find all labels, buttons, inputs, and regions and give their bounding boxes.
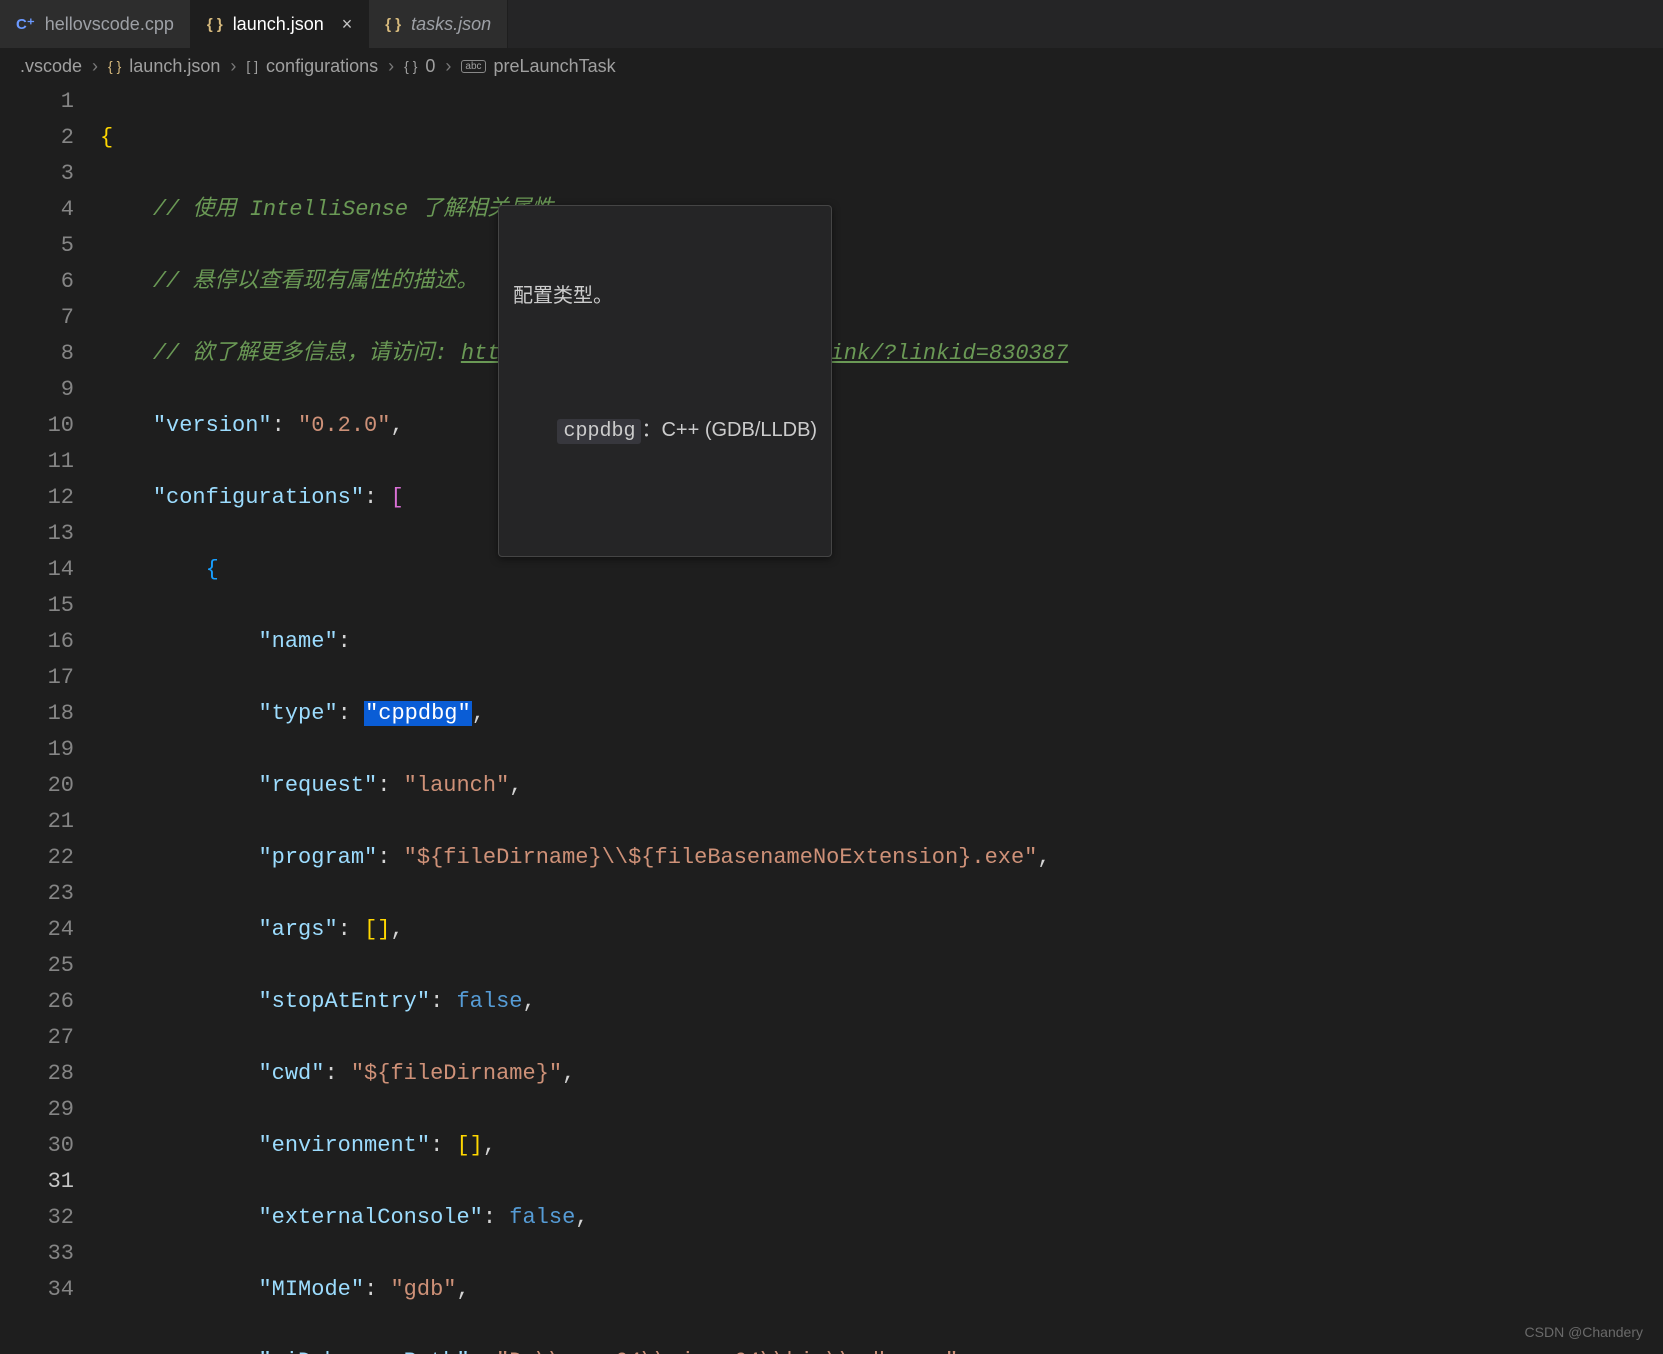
json-key: "environment"	[258, 1133, 430, 1158]
breadcrumb-item[interactable]: 0	[425, 56, 435, 77]
json-key: "cwd"	[258, 1061, 324, 1086]
tooltip-detail-text: ：C++ (GDB/LLDB)	[641, 419, 817, 441]
tab-hellovscode[interactable]: C⁺ hellovscode.cpp	[0, 0, 191, 48]
editor-area[interactable]: 12345 678910 1112131415 1617181920 21222…	[0, 84, 1663, 1354]
breadcrumb-item[interactable]: .vscode	[20, 56, 82, 77]
comment: // 欲了解更多信息，请访问:	[153, 341, 461, 366]
json-key: "program"	[258, 845, 377, 870]
json-value-selected: "cppdbg"	[364, 701, 472, 726]
breadcrumb[interactable]: .vscode › { } launch.json › [ ] configur…	[0, 48, 1663, 84]
tab-tasks-json[interactable]: { } tasks.json	[369, 0, 508, 48]
tab-label: tasks.json	[411, 14, 491, 35]
json-key: "MIMode"	[258, 1277, 364, 1302]
json-key: "args"	[258, 917, 337, 942]
string-icon: abc	[461, 60, 485, 73]
chevron-right-icon: ›	[386, 56, 396, 77]
json-value: "D:\\msys64\\mingw64\\bin\\gdb.exe"	[496, 1349, 958, 1354]
breadcrumb-item[interactable]: configurations	[266, 56, 378, 77]
close-icon[interactable]: ×	[342, 14, 353, 35]
json-value: false	[509, 1205, 575, 1230]
json-value: "gdb"	[390, 1277, 456, 1302]
json-icon: { }	[108, 58, 121, 74]
line-gutter: 12345 678910 1112131415 1617181920 21222…	[0, 84, 100, 1354]
json-value: "0.2.0"	[298, 413, 390, 438]
json-key: "externalConsole"	[258, 1205, 482, 1230]
json-key: "stopAtEntry"	[258, 989, 430, 1014]
json-icon: { }	[385, 16, 401, 33]
tab-bar: C⁺ hellovscode.cpp { } launch.json × { }…	[0, 0, 1663, 48]
tab-launch-json[interactable]: { } launch.json ×	[191, 0, 369, 48]
json-key: "version"	[153, 413, 272, 438]
code-area[interactable]: { // 使用 IntelliSense 了解相关属性。 // 悬停以查看现有属…	[100, 84, 1663, 1354]
comment: // 悬停以查看现有属性的描述。	[153, 269, 479, 294]
chevron-right-icon: ›	[90, 56, 100, 77]
object-icon: { }	[404, 58, 417, 74]
json-value: "${fileDirname}"	[351, 1061, 562, 1086]
hover-tooltip: 配置类型。 cppdbg：C++ (GDB/LLDB)	[498, 205, 832, 557]
json-key: "name"	[258, 629, 337, 654]
array-icon: [ ]	[246, 58, 258, 74]
tab-label: hellovscode.cpp	[45, 14, 174, 35]
breadcrumb-item[interactable]: preLaunchTask	[494, 56, 616, 77]
json-key: "configurations"	[153, 485, 364, 510]
chevron-right-icon: ›	[228, 56, 238, 77]
json-key: "miDebuggerPath"	[258, 1349, 469, 1354]
tooltip-detail: cppdbg：C++ (GDB/LLDB)	[513, 382, 817, 480]
json-value: "${fileDirname}\\${fileBasenameNoExtensi…	[404, 845, 1038, 870]
watermark: CSDN @Chandery	[1525, 1324, 1643, 1340]
json-value: false	[456, 989, 522, 1014]
tooltip-description: 配置类型。	[513, 280, 817, 312]
json-key: "request"	[258, 773, 377, 798]
json-value: "launch"	[404, 773, 510, 798]
json-icon: { }	[207, 16, 223, 33]
breadcrumb-item[interactable]: launch.json	[129, 56, 220, 77]
tab-label: launch.json	[233, 14, 324, 35]
chevron-right-icon: ›	[443, 56, 453, 77]
cpp-icon: C⁺	[16, 15, 35, 33]
json-key: "type"	[258, 701, 337, 726]
tooltip-value: cppdbg	[557, 419, 641, 444]
